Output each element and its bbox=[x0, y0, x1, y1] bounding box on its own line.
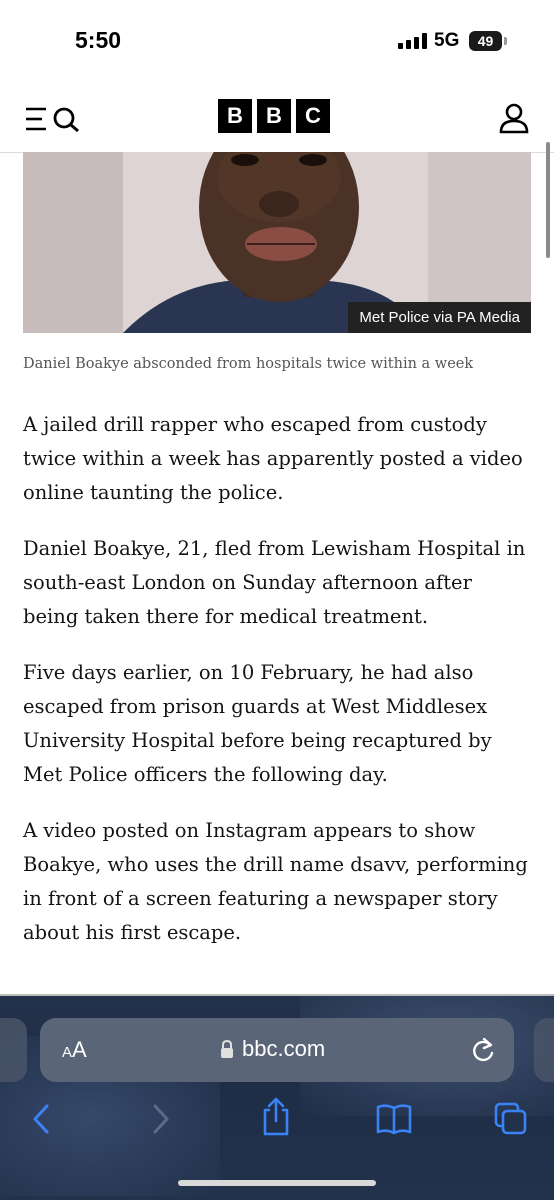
page-scrollbar[interactable] bbox=[546, 142, 550, 258]
share-icon[interactable] bbox=[259, 1096, 293, 1136]
battery-level: 49 bbox=[469, 31, 502, 51]
battery-icon: 49 bbox=[469, 31, 507, 51]
status-time: 5:50 bbox=[75, 27, 122, 53]
browser-toolbar: AA bbc.com bbox=[0, 996, 554, 1200]
account-icon[interactable] bbox=[498, 102, 530, 134]
article-hero-image: Met Police via PA Media bbox=[23, 152, 531, 333]
lock-icon bbox=[221, 1040, 233, 1058]
logo-letter: B bbox=[218, 99, 252, 133]
tabs-icon[interactable] bbox=[494, 1102, 528, 1136]
forward-icon[interactable] bbox=[150, 1102, 172, 1136]
home-indicator[interactable] bbox=[178, 1180, 376, 1186]
menu-search-icon[interactable] bbox=[25, 106, 81, 132]
signal-icon bbox=[398, 33, 427, 49]
logo-letter: B bbox=[257, 99, 291, 133]
article-paragraph: A jailed drill rapper who escaped from c… bbox=[23, 413, 523, 504]
article-paragraph: A video posted on Instagram appears to s… bbox=[23, 819, 528, 944]
image-credit: Met Police via PA Media bbox=[348, 302, 531, 333]
next-tab-preview[interactable] bbox=[534, 1018, 554, 1082]
reload-icon[interactable] bbox=[470, 1036, 496, 1064]
bookmarks-icon[interactable] bbox=[376, 1102, 412, 1136]
url-text: bbc.com bbox=[242, 1036, 326, 1061]
text-size-small-a: A bbox=[62, 1044, 73, 1061]
article-paragraph: Daniel Boakye, 21, fled from Lewisham Ho… bbox=[23, 537, 526, 628]
status-bar: 5:50 5G 49 bbox=[0, 0, 554, 80]
bbc-logo[interactable]: B B C bbox=[218, 99, 330, 133]
network-type: 5G bbox=[434, 30, 460, 51]
previous-tab-preview[interactable] bbox=[0, 1018, 27, 1082]
address-bar[interactable]: AA bbc.com bbox=[40, 1018, 514, 1082]
text-size-large-a: A bbox=[72, 1037, 87, 1062]
logo-letter: C bbox=[296, 99, 330, 133]
back-icon[interactable] bbox=[30, 1102, 52, 1136]
article-paragraph: Five days earlier, on 10 February, he ha… bbox=[23, 661, 492, 786]
text-size-button[interactable]: AA bbox=[62, 1037, 87, 1063]
url-display[interactable]: bbc.com bbox=[220, 1036, 325, 1062]
site-header: B B C bbox=[0, 80, 554, 153]
image-caption: Daniel Boakye absconded from hospitals t… bbox=[23, 356, 474, 372]
article-body: A jailed drill rapper who escaped from c… bbox=[23, 408, 533, 972]
